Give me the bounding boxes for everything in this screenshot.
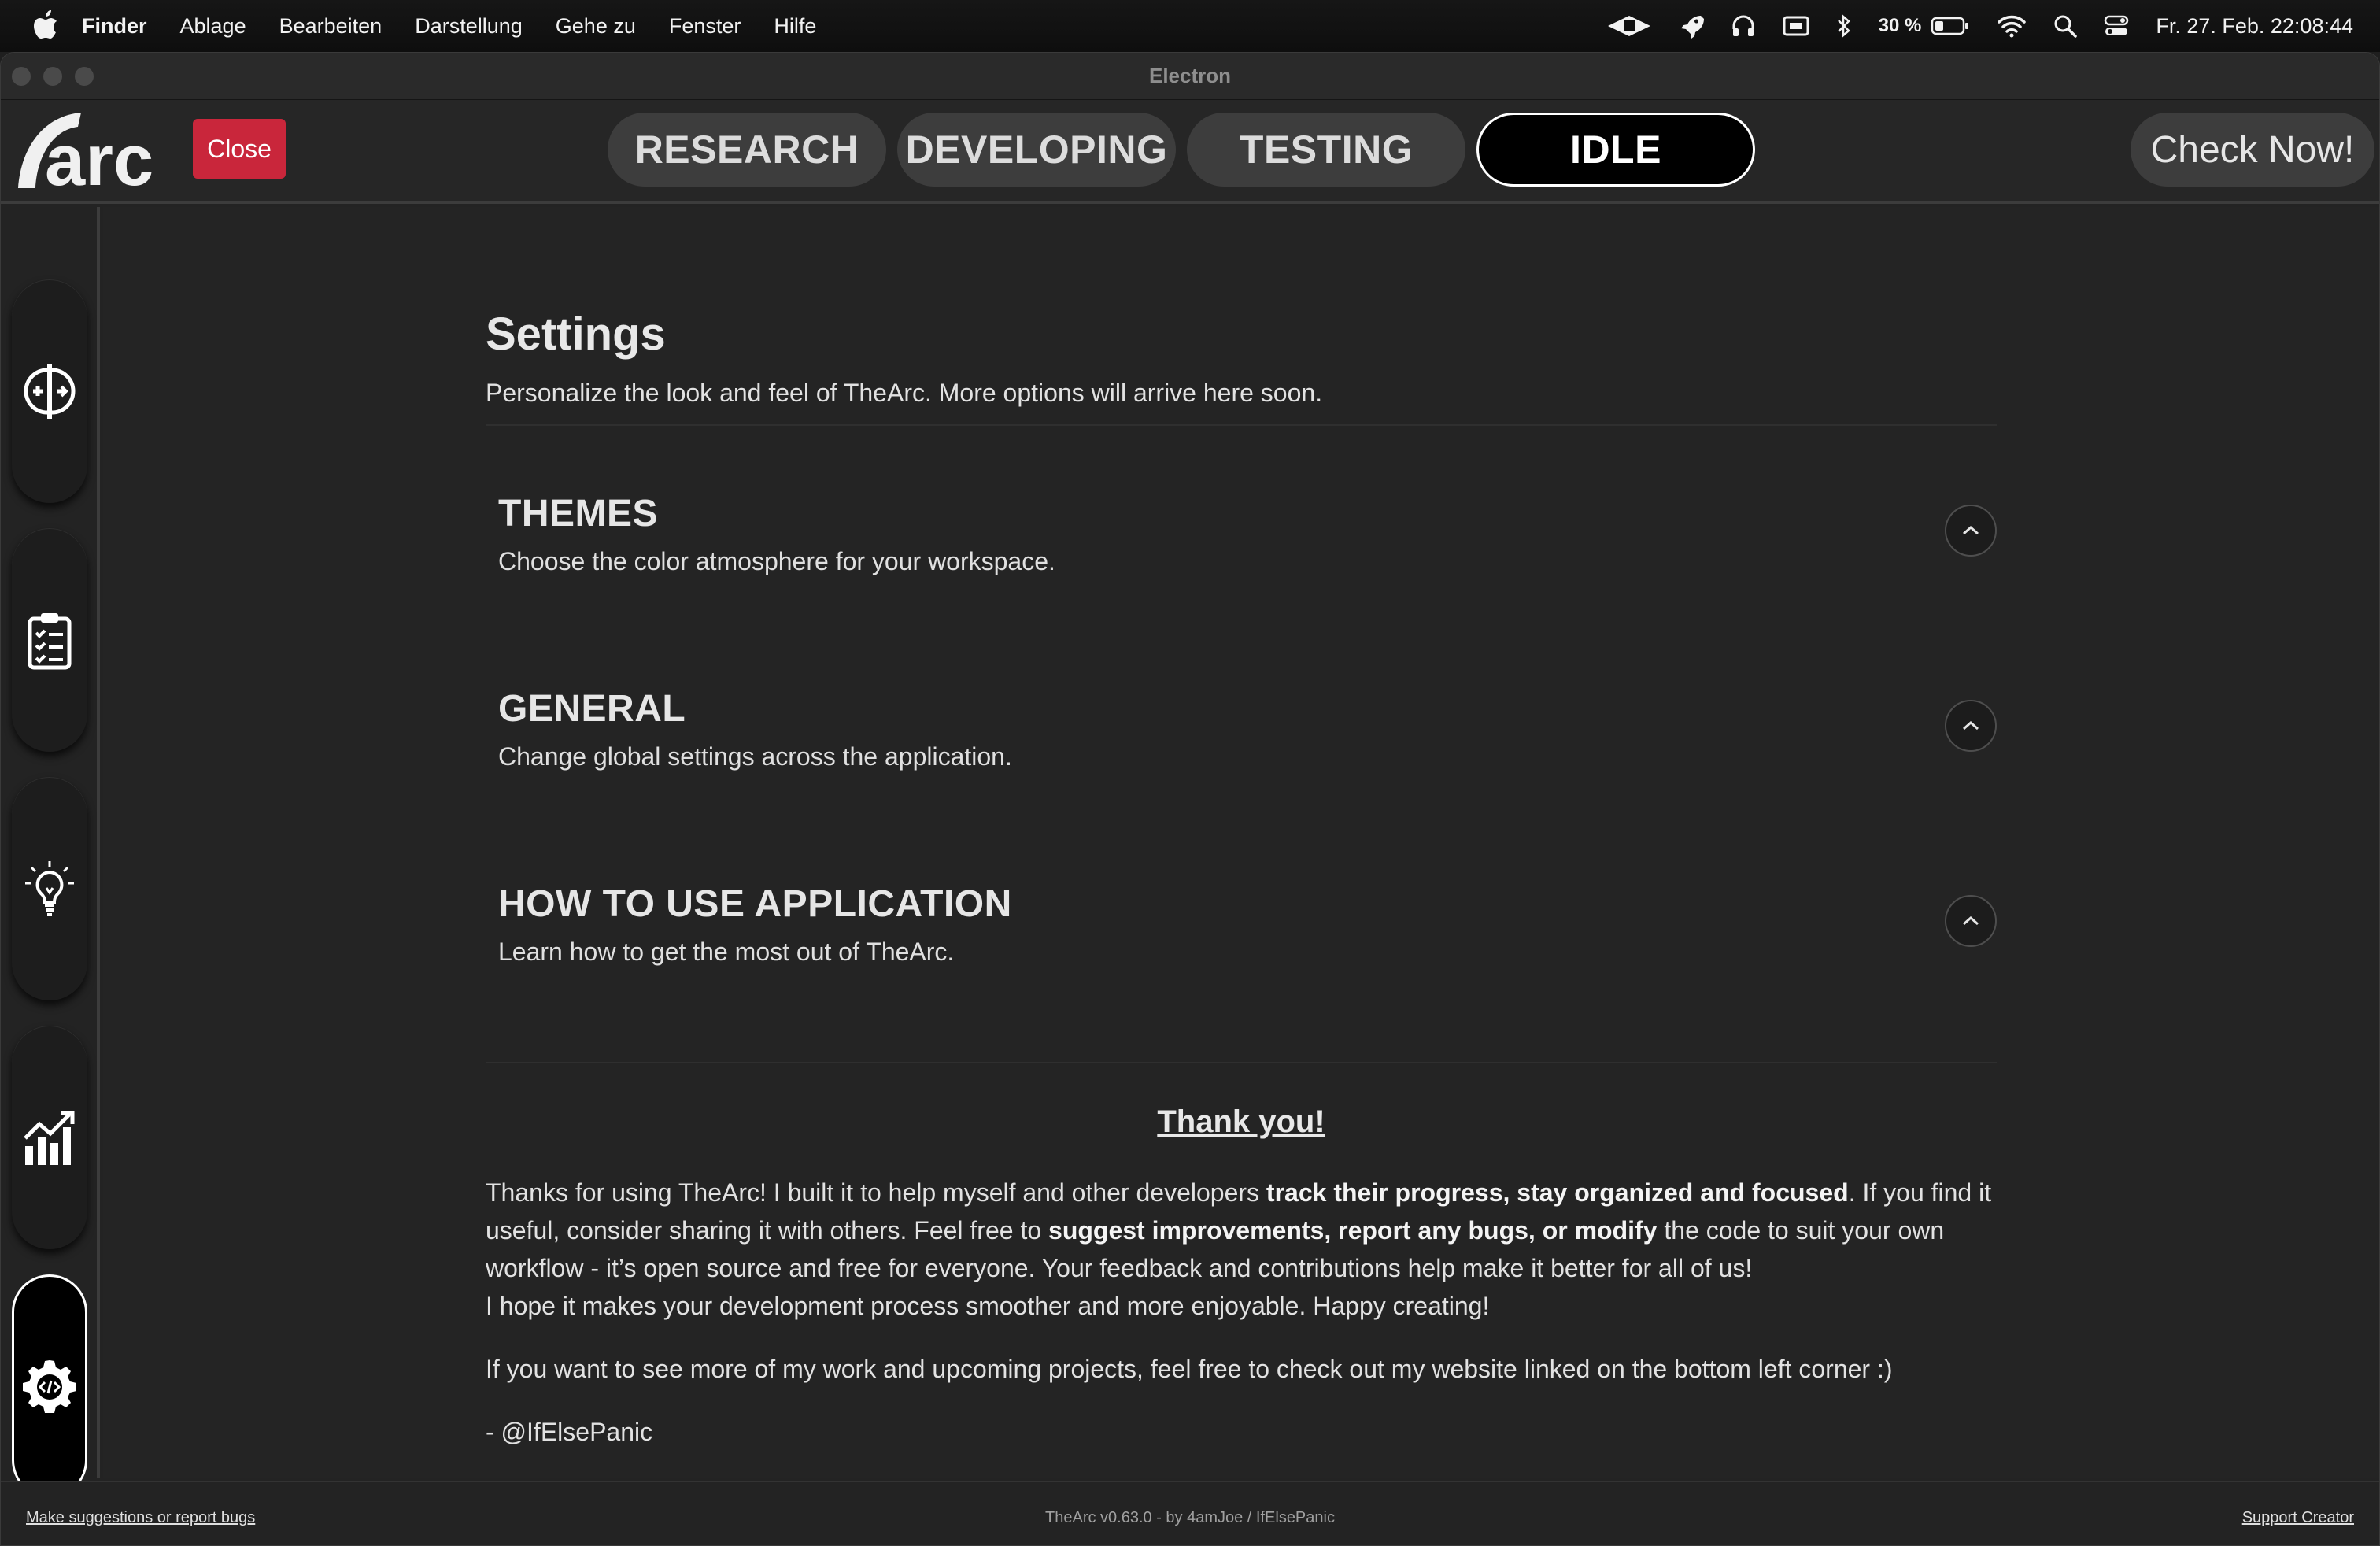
section-description: Learn how to get the most out of TheArc. xyxy=(498,938,955,966)
check-now-button[interactable]: Check Now! xyxy=(2131,113,2374,187)
wifi-icon[interactable] xyxy=(1997,14,2027,38)
window-minimize-dot[interactable] xyxy=(43,67,62,86)
tab-research[interactable]: RESEARCH xyxy=(608,113,886,187)
tab-developing[interactable]: DEVELOPING xyxy=(897,113,1176,187)
window-zoom-dot[interactable] xyxy=(75,67,94,86)
app-window: Electron arc Close RESEARCH DEVELOPING T… xyxy=(0,52,2380,1546)
chevron-up-icon xyxy=(1963,525,1979,535)
section-toggle-button[interactable] xyxy=(1945,505,1997,557)
section-toggle-button[interactable] xyxy=(1945,895,1997,947)
control-center-icon[interactable] xyxy=(2104,14,2129,38)
menu-finder[interactable]: Finder xyxy=(82,14,147,39)
text-span: I hope it makes your development process… xyxy=(486,1292,1490,1320)
window-title: Electron xyxy=(1148,64,1232,87)
section-description: Change global settings across the applic… xyxy=(498,742,1012,771)
sidebar-item-settings[interactable] xyxy=(12,1274,87,1498)
traffic-lights xyxy=(12,67,94,86)
section-how-to-use[interactable]: HOW TO USE APPLICATION Learn how to get … xyxy=(498,882,1997,1008)
sidebar-item-ideas[interactable] xyxy=(12,777,87,1000)
section-title: THEMES xyxy=(498,493,659,534)
sections-divider xyxy=(486,1062,1997,1063)
window-titlebar[interactable]: Electron xyxy=(1,53,2379,100)
macos-menu-bar: Finder Ablage Bearbeiten Darstellung Geh… xyxy=(0,0,2380,52)
sidebar-item-tasks[interactable] xyxy=(12,528,87,752)
sidebar-item-compare[interactable] xyxy=(12,279,87,503)
app-footer: Make suggestions or report bugs TheArc v… xyxy=(1,1481,2379,1545)
section-general[interactable]: GENERAL Change global settings across th… xyxy=(498,687,1997,813)
menu-fenster[interactable]: Fenster xyxy=(669,14,741,39)
menu-hilfe[interactable]: Hilfe xyxy=(774,14,816,39)
diamond-app-icon[interactable] xyxy=(1606,14,1652,38)
lightbulb-icon xyxy=(25,861,74,916)
svg-text:arc: arc xyxy=(45,120,153,193)
section-toggle-button[interactable] xyxy=(1945,700,1997,752)
thank-you-title: Thank you! xyxy=(1157,1104,1325,1139)
search-icon[interactable] xyxy=(2053,14,2078,38)
bold-text-span: suggest improvements, report any bugs, o… xyxy=(1048,1216,1658,1245)
section-title: GENERAL xyxy=(498,688,686,730)
chart-growth-icon xyxy=(24,1111,75,1165)
chevron-up-icon xyxy=(1963,915,1979,926)
page-title: Settings xyxy=(486,309,666,360)
display-icon[interactable] xyxy=(1783,15,1809,37)
close-button[interactable]: Close xyxy=(193,119,286,179)
page-subtitle: Personalize the look and feel of TheArc.… xyxy=(486,379,1323,407)
menu-bearbeiten[interactable]: Bearbeiten xyxy=(279,14,382,39)
tab-idle[interactable]: IDLE xyxy=(1476,113,1755,187)
text-span: Thanks for using TheArc! I built it to h… xyxy=(486,1178,1266,1207)
menubar-clock[interactable]: Fr. 27. Feb. 22:08:44 xyxy=(2156,14,2353,39)
website-paragraph: If you want to see more of my work and u… xyxy=(486,1355,1893,1383)
battery-percent: 30 % xyxy=(1878,15,1922,36)
thank-you-paragraph: Thanks for using TheArc! I built it to h… xyxy=(486,1174,1997,1325)
bold-text-span: track their progress, stay organized and… xyxy=(1266,1178,1849,1207)
app-header: arc Close RESEARCH DEVELOPING TESTING ID… xyxy=(1,100,2379,204)
arc-logo: arc xyxy=(18,113,153,193)
tab-testing[interactable]: TESTING xyxy=(1187,113,1465,187)
gear-code-icon xyxy=(23,1360,76,1413)
version-text: TheArc v0.63.0 - by 4amJoe / IfElsePanic xyxy=(1045,1509,1335,1526)
section-description: Choose the color atmosphere for your wor… xyxy=(498,547,1055,575)
clipboard-checklist-icon xyxy=(28,613,72,670)
header-divider xyxy=(486,424,1997,426)
support-creator-link[interactable]: Support Creator xyxy=(2242,1509,2354,1527)
sidebar-item-stats[interactable] xyxy=(12,1026,87,1249)
chevron-up-icon xyxy=(1963,720,1979,730)
headphones-icon[interactable] xyxy=(1731,13,1756,39)
bluetooth-icon[interactable] xyxy=(1836,13,1852,39)
menubar-status-area: 30 % Fr. 27. Feb. 22:08:44 xyxy=(1606,0,2353,52)
section-title: HOW TO USE APPLICATION xyxy=(498,883,1012,925)
menu-darstellung[interactable]: Darstellung xyxy=(415,14,523,39)
menu-gehe-zu[interactable]: Gehe zu xyxy=(556,14,636,39)
window-close-dot[interactable] xyxy=(12,67,31,86)
signature: - @IfElsePanic xyxy=(486,1418,653,1446)
section-themes[interactable]: THEMES Choose the color atmosphere for y… xyxy=(498,492,1997,618)
menu-ablage[interactable]: Ablage xyxy=(180,14,246,39)
sidebar xyxy=(1,207,100,1498)
apple-icon[interactable] xyxy=(31,10,58,42)
rocket-icon[interactable] xyxy=(1679,13,1704,39)
battery-icon[interactable] xyxy=(1931,16,1970,36)
main-content: Settings Personalize the look and feel o… xyxy=(103,207,2379,1478)
compare-icon xyxy=(24,364,76,419)
